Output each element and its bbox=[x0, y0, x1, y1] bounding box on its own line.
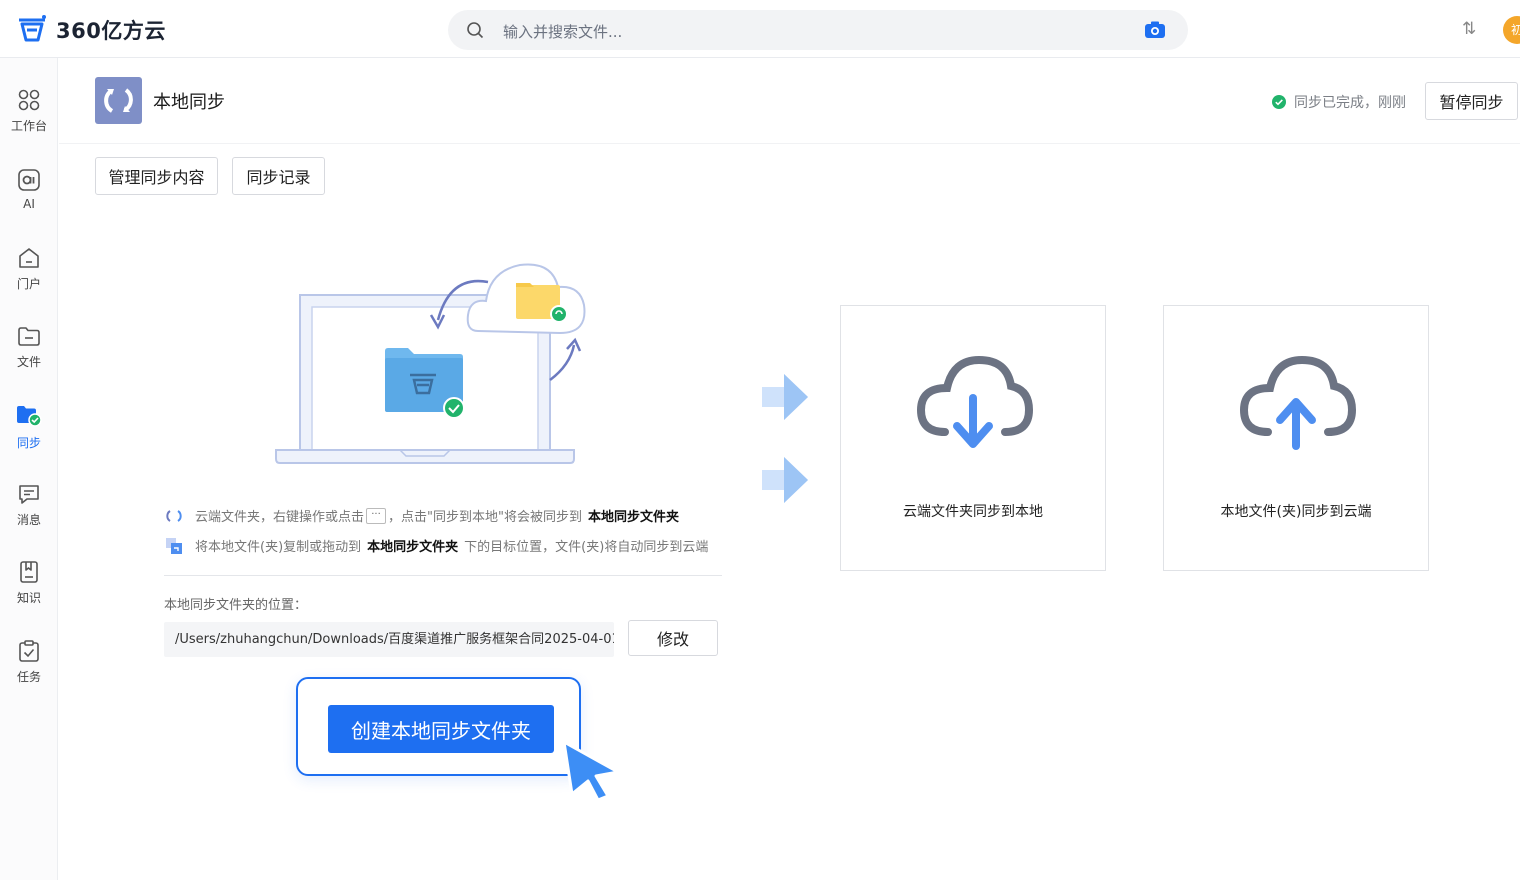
sidebar-item-label: AI bbox=[23, 197, 35, 211]
info-line-cloud: 云端文件夹，右键操作或点击 ··· ，点击"同步到本地"将会被同步到 本地同步文… bbox=[165, 506, 685, 525]
cloud-download-icon bbox=[916, 356, 1033, 448]
sidebar-item-tasks[interactable]: 任务 bbox=[0, 639, 58, 709]
logo-icon bbox=[19, 15, 46, 42]
sync-arrows-icon bbox=[166, 509, 182, 522]
sidebar-item-knowledge[interactable]: 知识 bbox=[0, 560, 58, 630]
app-logo[interactable]: 360亿方云 bbox=[16, 14, 166, 46]
arrow-right-icon bbox=[762, 374, 808, 420]
info-text: 云端文件夹，右键操作或点击 bbox=[195, 510, 365, 525]
folder-icon bbox=[18, 327, 40, 346]
info-text: 下的目标位置，文件(夹)将自动同步到云端 bbox=[464, 540, 709, 555]
search-bar[interactable]: 输入并搜索文件... bbox=[448, 10, 1188, 50]
local-to-cloud-card[interactable]: 本地文件(夹)同步到云端 bbox=[1163, 305, 1429, 571]
manage-sync-content-button[interactable]: 管理同步内容 bbox=[95, 157, 218, 195]
sidebar-item-messages[interactable]: 消息 bbox=[0, 482, 58, 552]
sync-status: 同步已完成，刚刚 bbox=[1272, 92, 1406, 112]
copy-icon bbox=[166, 537, 182, 554]
pointer-cursor-icon bbox=[562, 740, 620, 802]
grid-icon bbox=[18, 89, 40, 111]
sort-icon[interactable]: ⇅ bbox=[1462, 19, 1476, 39]
info-text: 将本地文件(夹)复制或拖动到 bbox=[195, 540, 362, 555]
page-title: 本地同步 bbox=[153, 92, 225, 113]
sidebar-item-label: 消息 bbox=[16, 513, 41, 527]
sidebar-item-label: 知识 bbox=[16, 591, 41, 605]
create-button-highlight: 创建本地同步文件夹 bbox=[296, 677, 581, 776]
divider bbox=[164, 575, 722, 576]
info-bold-text: 本地同步文件夹 bbox=[367, 540, 459, 555]
location-path-field[interactable]: /Users/zhuhangchun/Downloads/百度渠道推广服务框架合… bbox=[164, 622, 614, 657]
location-label: 本地同步文件夹的位置： bbox=[164, 598, 308, 613]
check-circle-icon bbox=[1272, 95, 1286, 109]
task-icon bbox=[19, 640, 39, 662]
sidebar: 工作台 AI 门户 文件 同步 消息 知识 任务 bbox=[0, 58, 58, 880]
sidebar-item-label: 工作台 bbox=[10, 119, 47, 133]
arrow-right-icon bbox=[762, 457, 808, 503]
info-bold-text: 本地同步文件夹 bbox=[587, 510, 679, 525]
sidebar-item-portal[interactable]: 门户 bbox=[0, 246, 58, 316]
sidebar-item-workbench[interactable]: 工作台 bbox=[0, 88, 58, 158]
avatar[interactable]: 初 bbox=[1503, 16, 1520, 44]
sidebar-item-ai[interactable]: AI bbox=[0, 168, 58, 238]
pause-sync-button[interactable]: 暂停同步 bbox=[1425, 82, 1518, 120]
top-bar: 360亿方云 输入并搜索文件... ⇅ 初 bbox=[0, 0, 1520, 58]
sync-folder-icon bbox=[17, 406, 42, 427]
info-line-local: 将本地文件(夹)复制或拖动到 本地同步文件夹 下的目标位置，文件(夹)将自动同步… bbox=[165, 536, 708, 555]
create-local-sync-folder-button[interactable]: 创建本地同步文件夹 bbox=[328, 705, 554, 753]
search-input[interactable]: 输入并搜索文件... bbox=[503, 21, 622, 42]
sidebar-item-label: 任务 bbox=[16, 670, 41, 684]
modify-location-button[interactable]: 修改 bbox=[628, 620, 718, 656]
cloud-upload-icon bbox=[1239, 356, 1356, 450]
search-icon bbox=[467, 22, 484, 39]
card-caption: 云端文件夹同步到本地 bbox=[903, 504, 1043, 520]
more-dots-icon: ··· bbox=[366, 507, 387, 524]
sync-history-button[interactable]: 同步记录 bbox=[232, 157, 325, 195]
sync-status-text: 同步已完成，刚刚 bbox=[1294, 95, 1406, 111]
sidebar-item-sync[interactable]: 同步 bbox=[0, 403, 58, 473]
sync-illustration bbox=[275, 263, 586, 464]
camera-icon[interactable] bbox=[1144, 21, 1166, 39]
sidebar-item-label: 文件 bbox=[16, 355, 41, 369]
book-icon bbox=[20, 561, 38, 583]
info-text: ，点击"同步到本地"将会被同步到 bbox=[388, 510, 582, 525]
home-icon bbox=[19, 248, 39, 268]
message-icon bbox=[19, 485, 39, 504]
card-caption: 本地文件(夹)同步到云端 bbox=[1220, 504, 1372, 520]
logo-text: 360亿方云 bbox=[56, 19, 166, 43]
page-header: 本地同步 同步已完成，刚刚 暂停同步 bbox=[59, 58, 1520, 144]
cloud-to-local-card[interactable]: 云端文件夹同步到本地 bbox=[840, 305, 1106, 571]
sync-icon bbox=[95, 77, 142, 124]
ai-icon bbox=[18, 169, 40, 191]
sidebar-item-label: 同步 bbox=[16, 436, 41, 450]
sidebar-item-files[interactable]: 文件 bbox=[0, 324, 58, 394]
sidebar-item-label: 门户 bbox=[16, 277, 41, 291]
